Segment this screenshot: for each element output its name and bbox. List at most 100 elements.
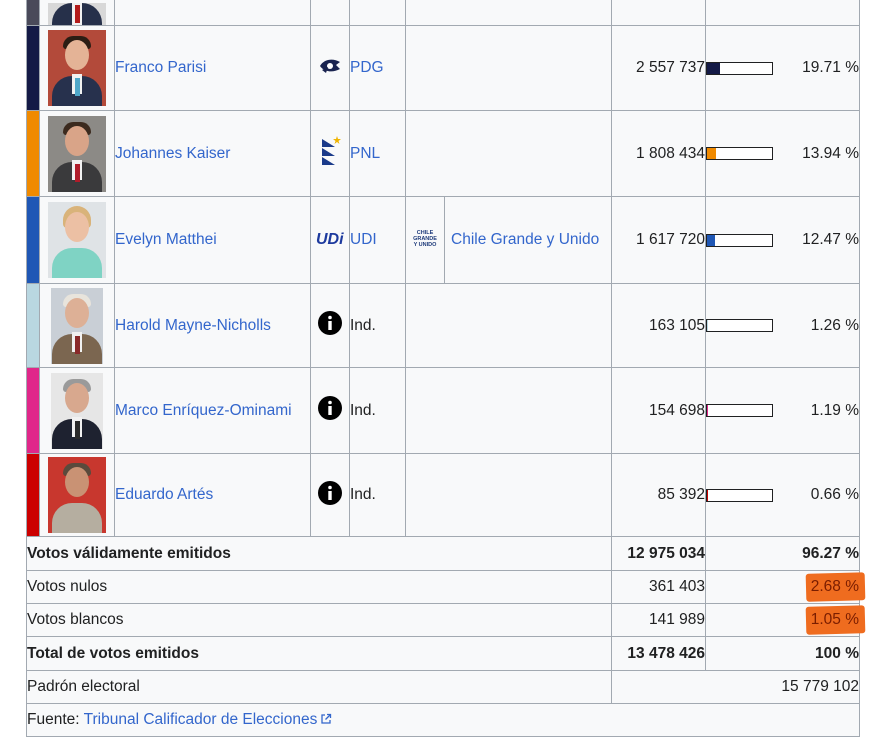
party-text: Ind. [349, 367, 406, 454]
summary-votes: 13 478 426 [611, 636, 706, 671]
party-link[interactable]: PDG [350, 59, 384, 76]
percent-bar [706, 488, 773, 502]
party-color-bar [26, 25, 40, 111]
highlight-mark: 1.05 % [805, 605, 866, 635]
percent-bar [706, 319, 773, 332]
candidate-name-link[interactable]: Evelyn Matthei [115, 231, 217, 248]
percent-bar-fill [707, 148, 717, 159]
candidate-votes: 85 392 [611, 453, 706, 537]
summary-row-blank: Votos blancos 141 989 1.05 % [26, 603, 866, 637]
percent-bar-fill [707, 62, 720, 74]
summary-label: Votos nulos [26, 570, 612, 604]
summary-row-total: Total de votos emitidos 13 478 426 100 % [26, 636, 860, 671]
candidate-votes: 1 617 720 [611, 196, 706, 284]
percent-bar [706, 147, 773, 160]
candidate-name-link[interactable]: Franco Parisi [115, 59, 206, 76]
candidate-name-link[interactable]: Johannes Kaiser [115, 145, 230, 162]
coalition-empty [405, 110, 612, 197]
coalition-link[interactable]: Chile Grande y Unido [451, 231, 599, 248]
coalition-empty [405, 283, 612, 368]
table-row-candidate: Harold Mayne-Nicholls Ind. 163 105 1.26 … [26, 283, 860, 368]
summary-label: Padrón electoral [26, 670, 612, 704]
candidate-percent: 13.94 % [802, 144, 859, 162]
candidate-votes: 163 105 [611, 283, 706, 368]
pdg-logo[interactable] [318, 56, 342, 76]
candidate-percent: 1.19 % [810, 401, 859, 419]
source-label: Fuente: [27, 711, 80, 728]
candidate-photo [39, 0, 115, 26]
candidate-name-link[interactable]: Harold Mayne-Nicholls [115, 317, 271, 334]
percent-bar [706, 61, 773, 75]
candidate-percent: 19.71 % [802, 59, 859, 76]
candidate-photo [39, 110, 115, 197]
party-text: Ind. [349, 453, 406, 537]
percent-bar-fill [707, 405, 708, 416]
candidate-portrait[interactable] [48, 202, 106, 278]
candidate-votes: 2 557 737 [611, 25, 706, 111]
party-color-bar [26, 110, 40, 197]
table-row-candidate: Franco Parisi PDG 2 557 737 19.71 % [26, 25, 860, 111]
summary-percent: 1.05 % [810, 611, 859, 628]
coalition-empty [405, 453, 612, 537]
table-row-candidate: Evelyn Matthei UDi UDI CHILE GRANDE Y UN… [26, 196, 860, 284]
candidate-portrait[interactable] [48, 30, 106, 106]
table-row-candidate: Johannes Kaiser PNL 1 808 434 13.94 % [26, 110, 860, 197]
table-row-cut-off [26, 0, 860, 26]
summary-label: Votos blancos [26, 603, 612, 637]
party-text: Ind. [349, 283, 406, 368]
party-link[interactable]: PNL [350, 145, 380, 162]
candidate-votes: 1 808 434 [611, 110, 706, 197]
candidate-portrait[interactable] [51, 372, 103, 449]
candidate-name-link[interactable]: Eduardo Artés [115, 486, 213, 503]
candidate-votes: 154 698 [611, 367, 706, 454]
party-color-bar [26, 0, 40, 26]
summary-percent: 100 % [705, 636, 860, 671]
coalition-empty [405, 25, 612, 111]
summary-votes: 141 989 [611, 603, 706, 637]
source-link[interactable]: Tribunal Calificador de Elecciones [84, 711, 318, 728]
info-icon[interactable] [318, 311, 342, 335]
source-row: Fuente: Tribunal Calificador de Eleccion… [26, 703, 860, 737]
highlight-mark: 2.68 % [805, 572, 866, 602]
party-link[interactable]: UDI [350, 231, 377, 248]
summary-label: Total de votos emitidos [26, 636, 612, 671]
info-icon[interactable] [318, 480, 342, 505]
percent-bar [706, 404, 773, 417]
candidate-photo [39, 453, 115, 537]
party-color-bar [26, 283, 40, 368]
candidate-photo [39, 25, 115, 111]
percent-bar-fill [707, 320, 708, 331]
coalition-empty [405, 367, 612, 454]
candidate-portrait[interactable] [48, 457, 106, 533]
party-color-bar [26, 453, 40, 537]
percent-bar-fill [707, 234, 716, 246]
candidate-photo [39, 367, 115, 454]
external-link-icon[interactable] [320, 713, 332, 725]
summary-row-registry: Padrón electoral 15 779 102 [26, 670, 860, 704]
summary-percent: 2.68 % [810, 578, 859, 595]
pnl-logo[interactable] [319, 135, 341, 167]
table-row-candidate: Eduardo Artés Ind. 85 392 0.66 % [26, 453, 860, 537]
candidate-photo [39, 196, 115, 284]
candidate-percent: 1.26 % [810, 316, 859, 334]
candidate-portrait[interactable] [51, 287, 103, 364]
candidate-portrait[interactable] [48, 3, 106, 25]
udi-logo[interactable]: UDi [315, 228, 345, 248]
svg-text:Y UNIDO: Y UNIDO [414, 242, 438, 248]
party-color-bar [26, 367, 40, 454]
candidate-photo [39, 283, 115, 368]
summary-votes: 361 403 [611, 570, 706, 604]
party-color-bar [26, 196, 40, 284]
candidate-name-link[interactable]: Marco Enríquez-Ominami [115, 402, 292, 419]
summary-row-null: Votos nulos 361 403 2.68 % [26, 570, 866, 604]
table-row-candidate: Marco Enríquez-Ominami Ind. 154 698 1.19… [26, 367, 860, 454]
summary-row-valid: Votos válidamente emitidos 12 975 034 96… [26, 536, 860, 571]
candidate-percent: 0.66 % [810, 486, 859, 503]
info-icon[interactable] [318, 396, 342, 420]
chile-grande-y-unido-logo[interactable]: CHILE GRANDE Y UNIDO [412, 228, 438, 248]
summary-percent: 96.27 % [705, 536, 860, 571]
candidate-portrait[interactable] [48, 115, 106, 192]
summary-votes: 12 975 034 [611, 536, 706, 571]
udi-logo-text: UDi [316, 231, 344, 248]
candidate-percent: 12.47 % [802, 231, 859, 248]
